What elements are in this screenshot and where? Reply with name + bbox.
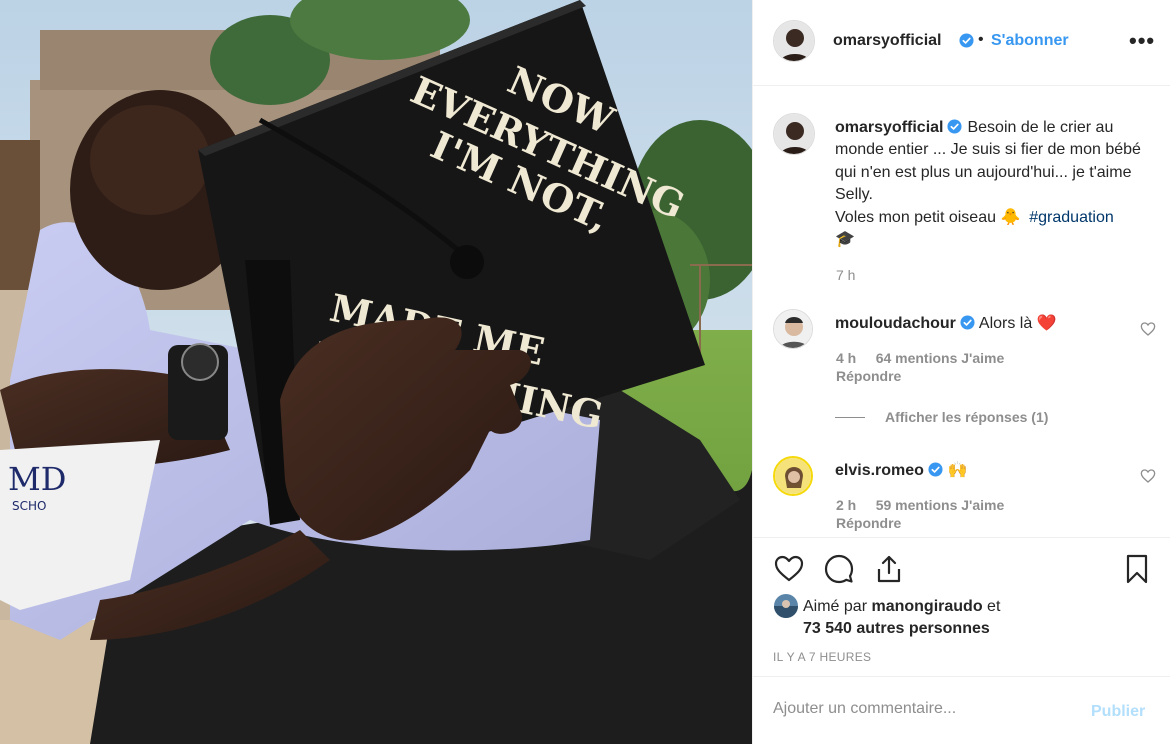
separator-dot: • [978, 31, 984, 48]
graduation-hug-photo: MD SCHO NOW EVERYTHING I'M NOT, MADE ME … [0, 0, 752, 744]
caption-timestamp[interactable]: 7 h [836, 267, 855, 283]
comment-likes[interactable]: 59 mentions J'aime [876, 497, 1005, 513]
reply-button[interactable]: Répondre [836, 368, 901, 384]
comment-meta: 2 h 59 mentions J'aime [836, 497, 1004, 513]
commenter-avatar[interactable] [773, 456, 813, 496]
add-comment-bar: Publier [753, 676, 1170, 744]
commenter-avatar-image [774, 310, 812, 348]
view-replies-label: Afficher les réponses (1) [885, 409, 1049, 425]
post-header: omarsyofficial • S'abonner ••• [753, 0, 1170, 86]
comment-time[interactable]: 2 h [836, 497, 856, 513]
comment-body: mouloudachour Alors là ❤️ [835, 313, 1057, 333]
follow-button[interactable]: S'abonner [991, 32, 1069, 50]
comment-like-heart-icon[interactable] [1140, 468, 1156, 484]
verified-badge-icon [928, 462, 943, 477]
author-avatar[interactable] [773, 20, 815, 62]
more-options-icon[interactable]: ••• [1129, 28, 1155, 54]
caption-username[interactable]: omarsyofficial [835, 119, 943, 136]
comment-body: elvis.romeo 🙌 [835, 460, 968, 480]
likes-suffix: et [987, 598, 1001, 615]
paper-text: MD [8, 460, 66, 498]
verified-badge-icon [960, 315, 975, 330]
bookmark-save-icon[interactable] [1121, 553, 1153, 585]
replies-divider-line [835, 416, 865, 418]
caption-text-line2: Voles mon petit oiseau 🐥 [835, 208, 1021, 226]
verified-badge-icon [947, 119, 963, 134]
comment-like-heart-icon[interactable] [1140, 321, 1156, 337]
others-count-link[interactable]: 73 540 autres personnes [803, 620, 990, 637]
post-timestamp[interactable]: IL Y A 7 HEURES [773, 650, 871, 664]
author-username[interactable]: omarsyofficial [833, 32, 941, 50]
comments-list[interactable]: omarsyofficial Besoin de le crier au mond… [753, 87, 1170, 537]
reply-button[interactable]: Répondre [836, 515, 901, 531]
comment-text: 🙌 [947, 462, 968, 479]
commenter-avatar-image [775, 458, 811, 494]
paper-subtext: SCHO [12, 499, 46, 513]
graduation-cap-emoji: 🎓 [835, 231, 855, 249]
likes-prefix: Aimé par [803, 598, 868, 615]
liker-avatar-image [774, 594, 798, 618]
comment-input[interactable] [773, 700, 1073, 718]
verified-badge-icon [959, 33, 974, 48]
caption-avatar-image [774, 114, 814, 154]
view-replies-button[interactable]: Afficher les réponses (1) [835, 409, 1048, 425]
comment-bubble-icon[interactable] [823, 553, 855, 585]
post-caption: omarsyofficial Besoin de le crier au mond… [835, 117, 1155, 251]
like-heart-icon[interactable] [773, 553, 805, 585]
hashtag-link[interactable]: #graduation [1029, 209, 1114, 226]
liker-avatar[interactable] [774, 594, 798, 618]
post-photo[interactable]: MD SCHO NOW EVERYTHING I'M NOT, MADE ME … [0, 0, 752, 744]
comment-text: Alors là ❤️ [978, 315, 1057, 332]
caption-author-avatar[interactable] [773, 113, 815, 155]
post-side-panel: omarsyofficial • S'abonner ••• omarsyoff… [752, 0, 1170, 744]
comment-time[interactable]: 4 h [836, 350, 856, 366]
likes-summary: Aimé par manongiraudo et 73 540 autres p… [803, 596, 1133, 640]
share-upload-icon[interactable] [873, 553, 905, 585]
commenter-avatar[interactable] [773, 309, 813, 349]
liker-username[interactable]: manongiraudo [871, 598, 982, 615]
comment-username[interactable]: elvis.romeo [835, 462, 924, 479]
publish-button[interactable]: Publier [1091, 703, 1145, 721]
comment-likes[interactable]: 64 mentions J'aime [876, 350, 1005, 366]
post-actions: Aimé par manongiraudo et 73 540 autres p… [753, 537, 1170, 676]
comment-username[interactable]: mouloudachour [835, 315, 956, 332]
author-avatar-image [774, 21, 814, 61]
comment-meta: 4 h 64 mentions J'aime [836, 350, 1004, 366]
